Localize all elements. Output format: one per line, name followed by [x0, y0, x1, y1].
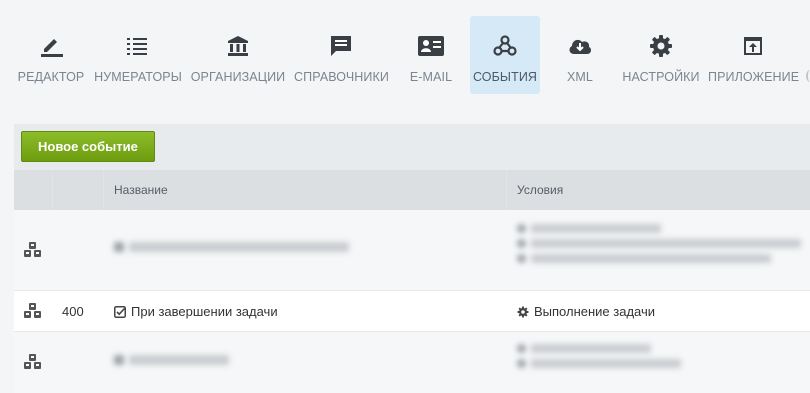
- toolbar: РЕДАКТОР НУМЕРАТОРЫ ОРГАНИЗАЦИИ СПРАВОЧН…: [0, 0, 810, 110]
- checkbox-checked-icon: [114, 305, 126, 318]
- row-name-text: [129, 355, 229, 365]
- column-header-conditions[interactable]: Условия: [517, 183, 563, 197]
- tab-organizations-label: ОРГАНИЗАЦИИ: [190, 70, 286, 84]
- tab-application-label: ПРИЛОЖЕНИЕ: [708, 70, 800, 84]
- cubes-icon: [23, 242, 42, 258]
- row-id: 400: [62, 304, 84, 319]
- tab-settings-label: НАСТРОЙКИ: [622, 70, 700, 84]
- condition-text: [531, 224, 661, 233]
- row-name-text: При завершении задачи: [131, 304, 278, 319]
- tab-directories-label: СПРАВОЧНИКИ: [294, 70, 389, 84]
- tab-email[interactable]: E-MAIL: [398, 16, 464, 94]
- tab-xml-label: XML: [566, 70, 593, 84]
- new-event-button[interactable]: Новое событие: [21, 131, 155, 162]
- table-header: Название Условия: [14, 170, 810, 210]
- condition-text: [531, 254, 771, 263]
- cubes-icon: [23, 354, 42, 370]
- bank-icon: [190, 35, 286, 57]
- row-name[interactable]: При завершении задачи: [114, 304, 278, 319]
- condition-text: [531, 239, 801, 248]
- cubes-icon: [23, 303, 42, 319]
- tab-email-label: E-MAIL: [409, 70, 453, 84]
- events-panel: Новое событие Название Условия 400 При з…: [14, 124, 810, 393]
- row-conditions: [517, 224, 801, 269]
- tab-events-label: СОБЫТИЯ: [472, 70, 538, 84]
- message-icon: [294, 35, 388, 57]
- numbered-list-icon: [92, 35, 184, 57]
- condition-text: [531, 359, 681, 368]
- tab-application[interactable]: ПРИЛОЖЕНИЕ: [708, 16, 800, 94]
- cloud-download-icon: [548, 35, 612, 57]
- condition-text: [531, 344, 651, 353]
- upload-window-icon: [708, 35, 798, 57]
- table-row[interactable]: [14, 210, 810, 291]
- tab-organizations[interactable]: ОРГАНИЗАЦИИ: [190, 16, 286, 94]
- table-row[interactable]: 400 При завершении задачи Выполнение зад…: [14, 291, 810, 332]
- tab-directories[interactable]: СПРАВОЧНИКИ: [294, 16, 389, 94]
- panel-toolbar: Новое событие: [14, 124, 810, 170]
- tab-numerators-label: НУМЕРАТОРЫ: [94, 70, 182, 84]
- contact-card-icon: [398, 35, 464, 57]
- gear-icon: [517, 306, 529, 318]
- row-name-text: [129, 242, 349, 252]
- row-conditions: Выполнение задачи: [517, 304, 655, 319]
- tab-numerators[interactable]: НУМЕРАТОРЫ: [92, 16, 184, 94]
- more-tabs-indicator: [806, 70, 810, 82]
- tab-events[interactable]: СОБЫТИЯ: [470, 16, 540, 94]
- webhook-icon: [470, 35, 540, 57]
- tab-editor-label: РЕДАКТОР: [17, 70, 85, 84]
- table-row[interactable]: [14, 332, 810, 393]
- gear-icon: [620, 35, 702, 57]
- tab-xml[interactable]: XML: [548, 16, 612, 94]
- row-name: [114, 242, 349, 252]
- column-header-name[interactable]: Название: [114, 183, 168, 197]
- tab-settings[interactable]: НАСТРОЙКИ: [620, 16, 702, 94]
- pencil-icon: [14, 35, 88, 57]
- row-name: [114, 355, 229, 365]
- condition-text: Выполнение задачи: [534, 304, 656, 319]
- tab-editor[interactable]: РЕДАКТОР: [14, 16, 88, 94]
- row-conditions: [517, 344, 681, 374]
